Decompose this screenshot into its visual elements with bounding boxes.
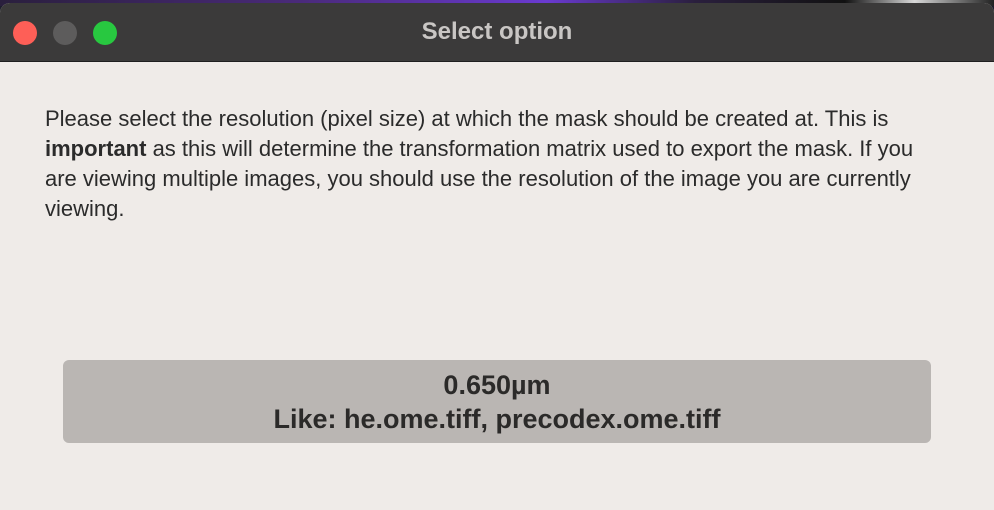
- instruction-text: Please select the resolution (pixel size…: [45, 104, 950, 224]
- instruction-emphasis: important: [45, 136, 147, 161]
- title-bar[interactable]: Select option: [0, 3, 994, 62]
- instruction-text-part2: as this will determine the transformatio…: [45, 136, 914, 221]
- window-title: Select option: [421, 18, 573, 45]
- dialog-content: Please select the resolution (pixel size…: [0, 62, 994, 224]
- resolution-value: 0.650µm: [443, 369, 551, 400]
- resolution-option-button[interactable]: 0.650µm Like: he.ome.tiff, precodex.ome.…: [63, 360, 931, 443]
- resolution-example-files: Like: he.ome.tiff, precodex.ome.tiff: [273, 403, 721, 434]
- dialog-window: Select option Please select the resoluti…: [0, 3, 994, 510]
- instruction-text-part1: Please select the resolution (pixel size…: [45, 106, 889, 131]
